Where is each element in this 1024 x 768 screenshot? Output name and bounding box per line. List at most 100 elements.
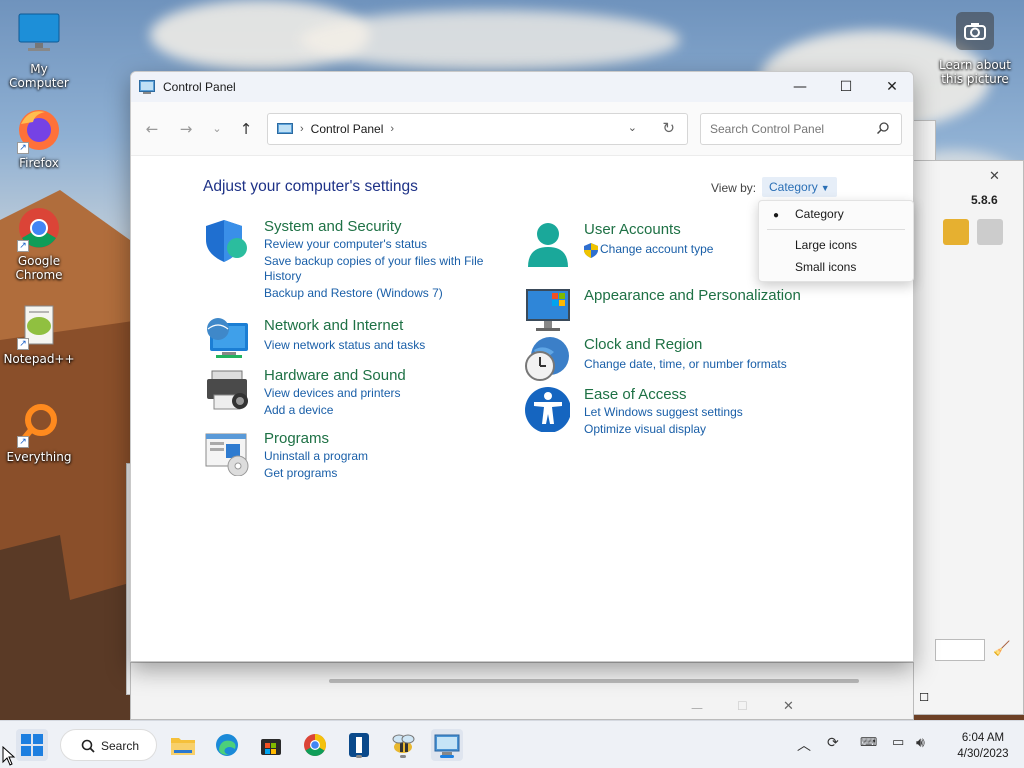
desktop-icon-label: My Computer [9,62,69,90]
link-windows-suggest[interactable]: Let Windows suggest settings [584,405,743,420]
edge-button[interactable] [211,729,243,761]
taskbar-search[interactable]: Search [60,729,157,761]
link-devices-printers[interactable]: View devices and printers [264,386,401,401]
breadcrumb-chevron-icon[interactable]: › [300,123,304,135]
category-title[interactable]: Network and Internet [264,317,403,334]
category-title[interactable]: Hardware and Sound [264,367,406,384]
bee-app-taskbar-button[interactable] [387,729,419,761]
forward-arrow-icon[interactable]: → [174,119,198,139]
desktop-icon-firefox[interactable]: ↗ Firefox [0,106,78,170]
firefox-icon: ↗ [15,106,63,154]
category-title[interactable]: Programs [264,430,329,447]
link-save-backup-cont[interactable]: History [264,269,301,284]
page-heading: Adjust your computer's settings [203,178,418,195]
recent-locations-chevron-icon[interactable]: ⌄ [205,119,229,139]
everything-search-icon: ↗ [15,400,63,448]
link-review-status[interactable]: Review your computer's status [264,237,427,252]
menu-option-small-icons[interactable]: Small icons [795,260,856,274]
link-backup-restore[interactable]: Backup and Restore (Windows 7) [264,286,443,301]
shortcut-arrow-icon: ↗ [17,240,29,252]
view-by-dropdown[interactable]: Category ▼ [762,177,837,197]
shortcut-arrow-icon: ↗ [17,338,29,350]
learn-about-picture[interactable]: Learn about this picture [936,12,1014,86]
taskbar: Search ︿ ⟳ ⌨ ▭ 🔊︎ 6:04 AM 4/30/2023 [0,720,1024,768]
desktop-icon-notepadpp[interactable]: ↗ Notepad++ [0,302,78,366]
running-indicator [356,755,362,758]
volume-icon[interactable]: 🔊︎ [916,735,925,751]
link-uninstall-program[interactable]: Uninstall a program [264,449,368,464]
control-panel-window[interactable]: Control Panel — ☐ ✕ ← → ⌄ ↑ › Control Pa… [130,71,914,662]
bg-maximize-icon[interactable]: ☐ [737,699,748,713]
refresh-icon[interactable]: ↻ [662,119,675,137]
back-arrow-icon[interactable]: ← [140,119,164,139]
category-title[interactable]: User Accounts [584,221,681,238]
minimize-button[interactable]: — [777,72,823,102]
search-icon[interactable] [877,122,889,134]
category-title[interactable]: Clock and Region [584,336,702,353]
bg-close-icon[interactable]: ✕ [989,169,1000,184]
breadcrumb-control-panel[interactable]: Control Panel [311,122,384,136]
clock-globe-icon [525,337,569,381]
search-input[interactable] [710,122,870,136]
app-version: 5.8.6 [971,193,998,207]
background-app-window[interactable]: ✕ 5.8.6 🧹 ☰ ☐ [889,160,1024,715]
desktop-icon-everything[interactable]: ↗ Everything [0,400,78,464]
start-button[interactable] [16,729,48,761]
camera-icon [956,12,994,50]
desktop-icon-label: Notepad++ [3,352,75,366]
link-change-date-time[interactable]: Change date, time, or number formats [584,357,787,372]
recycle-icon[interactable] [943,219,969,245]
bg-input-field[interactable] [935,639,985,661]
menu-option-category[interactable]: Category [795,207,844,221]
chrome-taskbar-button[interactable] [299,729,331,761]
view-by-value: Category [769,180,818,194]
accessibility-icon [525,387,570,432]
link-optimize-display[interactable]: Optimize visual display [584,422,706,437]
show-hidden-icons-chevron-icon[interactable]: ︿ [797,735,811,755]
running-indicator [400,755,406,758]
taskbar-search-label: Search [101,739,140,753]
view-by-menu: ● Category Large icons Small icons [758,200,914,282]
desktop-icon-chrome[interactable]: ↗ Google Chrome [0,204,78,282]
file-explorer-button[interactable] [167,729,199,761]
close-button[interactable]: ✕ [869,72,913,102]
clock-date: 4/30/2023 [957,748,1009,760]
background-window-bottom[interactable]: — ☐ ✕ [130,662,914,720]
desktop-icon-my-computer[interactable]: My Computer [0,12,78,90]
up-arrow-icon[interactable]: ↑ [234,119,258,139]
link-save-backup[interactable]: Save backup copies of your files with Fi… [264,254,483,269]
link-network-status[interactable]: View network status and tasks [264,338,425,353]
keyboard-icon[interactable]: ⌨ [860,735,877,749]
sync-icon[interactable]: ⟳ [827,735,839,751]
bg-close-icon[interactable]: ✕ [783,699,794,714]
scrollbar[interactable] [329,679,859,683]
link-change-account-type[interactable]: Change account type [600,242,713,257]
system-clock[interactable]: 6:04 AM 4/30/2023 [948,730,1018,762]
broom-icon[interactable]: 🧹 [993,641,1010,657]
breadcrumb-chevron-icon[interactable]: › [390,123,394,135]
desktop-icon-label: Everything [6,450,72,464]
menu-option-large-icons[interactable]: Large icons [795,238,857,252]
bg-minimize-icon[interactable]: — [691,701,703,715]
trash-icon[interactable] [977,219,1003,245]
category-title[interactable]: Ease of Access [584,386,687,403]
tiles-view-icon[interactable]: ☐ [913,691,935,709]
address-bar[interactable]: › Control Panel › ⌄ ↻ [267,113,688,145]
programs-icon [205,433,249,476]
address-dropdown-chevron-icon[interactable]: ⌄ [628,121,637,134]
network-icon[interactable]: ▭ [892,735,904,750]
category-title[interactable]: Appearance and Personalization [584,287,801,304]
link-get-programs[interactable]: Get programs [264,466,337,481]
app-taskbar-button[interactable] [343,729,375,761]
store-button[interactable] [255,729,287,761]
window-title: Control Panel [163,80,236,94]
search-box[interactable] [700,113,902,145]
control-panel-taskbar-button[interactable] [431,729,463,761]
title-bar[interactable]: Control Panel — ☐ ✕ [131,72,913,102]
category-title[interactable]: System and Security [264,218,402,235]
desktop-icon-label: Firefox [19,156,59,170]
control-panel-icon [277,122,293,134]
maximize-button[interactable]: ☐ [823,72,869,102]
menu-separator [767,229,905,230]
link-add-device[interactable]: Add a device [264,403,333,418]
